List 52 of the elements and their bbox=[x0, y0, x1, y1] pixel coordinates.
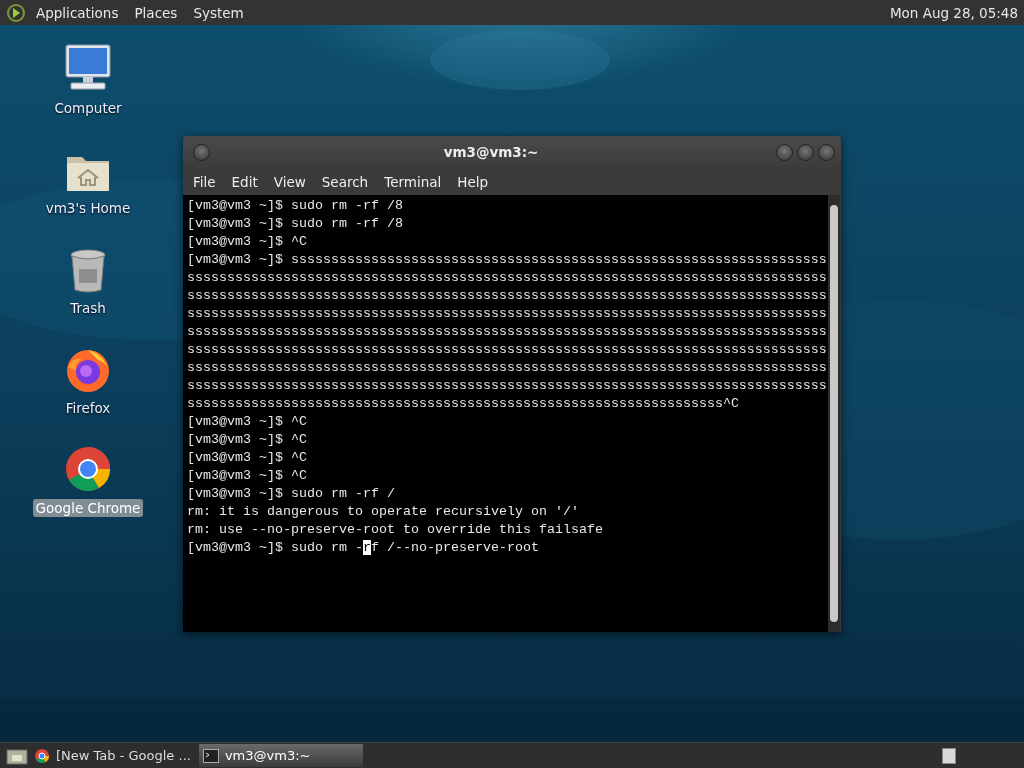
terminal-line: [vm3@vm3 ~]$ ^C bbox=[187, 449, 308, 467]
window-menu-button[interactable] bbox=[193, 143, 210, 161]
text-cursor: r bbox=[362, 540, 371, 555]
terminal-line: ssssssssssssssssssssssssssssssssssssssssssssssssssssssssssssssssssssssssssssssss bbox=[187, 341, 828, 359]
menu-item[interactable]: Terminal bbox=[376, 173, 450, 190]
terminal-line: ssssssssssssssssssssssssssssssssssssssssssssssssssssssssssssssssssssssssssssssss bbox=[187, 269, 828, 287]
terminal-line: [vm3@vm3 ~]$ ^C bbox=[187, 233, 308, 251]
menu-item[interactable]: Edit bbox=[223, 173, 266, 190]
terminal-line: [vm3@vm3 ~]$ sssssssssssssssssssssssssssssssssssssssssssssssssssssssssssssssssss bbox=[187, 251, 828, 269]
panel-menu[interactable]: Applications bbox=[28, 4, 127, 21]
workspace-switcher[interactable] bbox=[942, 747, 956, 764]
desktop-icon-label[interactable]: Trash bbox=[67, 299, 109, 317]
close-button[interactable] bbox=[818, 143, 835, 161]
terminal-line: [vm3@vm3 ~]$ sudo rm -rf /8 bbox=[187, 197, 404, 215]
terminal-line: ssssssssssssssssssssssssssssssssssssssssssssssssssssssssssssssssssssssssssssssss bbox=[187, 323, 828, 341]
menu-item[interactable]: Help bbox=[449, 173, 497, 190]
panel-menu[interactable]: System bbox=[185, 4, 252, 21]
terminal-line: sssssssssssssssssssssssssssssssssssssssssssssssssssssssssssssssssss^C bbox=[187, 395, 740, 413]
monitor-icon[interactable] bbox=[63, 43, 113, 93]
menu-item[interactable]: View bbox=[265, 173, 314, 190]
scrollbar[interactable] bbox=[828, 195, 840, 632]
taskbar-button[interactable]: vm3@vm3:~ bbox=[198, 744, 363, 767]
terminal-line: [vm3@vm3 ~]$ ^C bbox=[187, 413, 308, 431]
terminal-line: [vm3@vm3 ~]$ ^C bbox=[187, 467, 308, 485]
terminal-line: rm: it is dangerous to operate recursively on '/' bbox=[187, 503, 580, 521]
show-desktop-icon[interactable] bbox=[6, 746, 28, 765]
command-line[interactable]: [vm3@vm3 ~]$ sudo rm -rf /--no-preserve-root bbox=[187, 539, 828, 557]
trash-can-icon[interactable] bbox=[69, 249, 107, 293]
menu-item[interactable]: File bbox=[185, 173, 224, 190]
terminal-line: ssssssssssssssssssssssssssssssssssssssssssssssssssssssssssssssssssssssssssssssss bbox=[187, 377, 828, 395]
terminal-line: rm: use --no-preserve-root to override this failsafe bbox=[187, 521, 604, 539]
terminal-line: ssssssssssssssssssssssssssssssssssssssssssssssssssssssssssssssssssssssssssssssss bbox=[187, 305, 828, 323]
terminal-line: [vm3@vm3 ~]$ sudo rm -rf /8 bbox=[187, 215, 404, 233]
minimize-button[interactable] bbox=[776, 143, 793, 161]
browser-icon bbox=[34, 747, 50, 764]
scrollbar-thumb[interactable] bbox=[830, 205, 838, 622]
window-title: vm3@vm3:~ bbox=[442, 144, 540, 160]
menu-item[interactable]: Search bbox=[313, 173, 377, 190]
terminal-icon bbox=[202, 748, 219, 763]
maximize-button[interactable] bbox=[797, 143, 814, 161]
logo-icon[interactable] bbox=[6, 2, 26, 23]
terminal-line: ssssssssssssssssssssssssssssssssssssssssssssssssssssssssssssssssssssssssssssssss bbox=[187, 359, 828, 377]
terminal-line: [vm3@vm3 ~]$ ^C bbox=[187, 431, 308, 449]
taskbar-button[interactable]: [New Tab - Google ... bbox=[30, 744, 197, 767]
terminal-line: [vm3@vm3 ~]$ sudo rm -rf / bbox=[187, 485, 396, 503]
panel-menu[interactable]: Places bbox=[126, 4, 186, 21]
desktop-icon-label[interactable]: Firefox bbox=[62, 399, 114, 417]
desktop-icon-label[interactable]: Computer bbox=[51, 99, 125, 117]
terminal-line: ssssssssssssssssssssssssssssssssssssssssssssssssssssssssssssssssssssssssssssssss bbox=[187, 287, 828, 305]
desktop-icon-label[interactable]: vm3's Home bbox=[42, 199, 134, 217]
browser-icon[interactable] bbox=[64, 445, 112, 493]
clock[interactable]: Mon Aug 28, 05:48 bbox=[889, 4, 1024, 21]
